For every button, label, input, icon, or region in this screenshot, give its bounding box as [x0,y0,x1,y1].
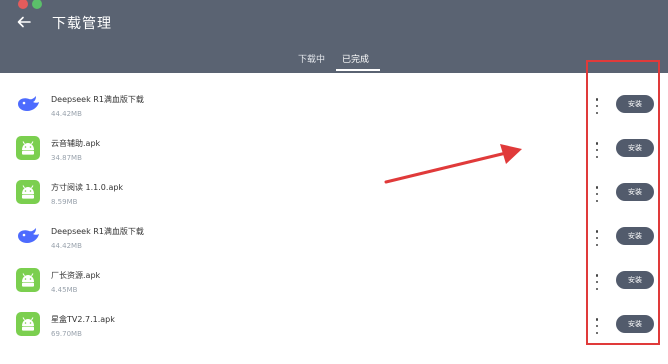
tab-indicator [336,69,380,71]
page-title: 下载管理 [52,16,112,32]
file-size: 44.42MB [51,110,82,118]
file-size: 4.45MB [51,286,78,294]
list-item[interactable]: Deepseek R1满血版下载 44.42MB 安装 [0,85,668,129]
list-item[interactable]: 星盒TV2.7.1.apk 69.70MB 安装 [0,305,668,349]
list-item[interactable]: 云音辅助.apk 34.87MB 安装 [0,129,668,173]
arrow-left-icon [17,16,31,28]
file-name: 厂长资源.apk [51,271,101,280]
file-name: 星盒TV2.7.1.apk [51,315,115,324]
tab-completed[interactable]: 已完成 [342,52,369,65]
list-item[interactable]: Deepseek R1满血版下载 44.42MB 安装 [0,217,668,261]
list-item[interactable]: 方寸阅读 1.1.0.apk 8.59MB 安装 [0,173,668,217]
annotation-arrow [384,144,522,184]
file-size: 8.59MB [51,198,78,206]
list-item[interactable]: 厂长资源.apk 4.45MB 安装 [0,261,668,305]
annotation-highlight-box [586,60,660,345]
file-size: 69.70MB [51,330,82,338]
file-size: 34.87MB [51,154,82,162]
deepseek-whale-icon [16,92,40,116]
tab-downloading[interactable]: 下载中 [298,52,325,65]
file-name: 方寸阅读 1.1.0.apk [51,183,124,192]
android-icon [16,268,40,292]
file-name: Deepseek R1满血版下载 [51,227,144,236]
back-button[interactable] [12,10,36,34]
android-icon [16,136,40,160]
android-icon [16,312,40,336]
file-size: 44.42MB [51,242,82,250]
file-name: Deepseek R1满血版下载 [51,95,144,104]
file-name: 云音辅助.apk [51,139,101,148]
deepseek-whale-icon [16,224,40,248]
android-icon [16,180,40,204]
app-header: 下载管理 下载中 已完成 [0,0,668,73]
